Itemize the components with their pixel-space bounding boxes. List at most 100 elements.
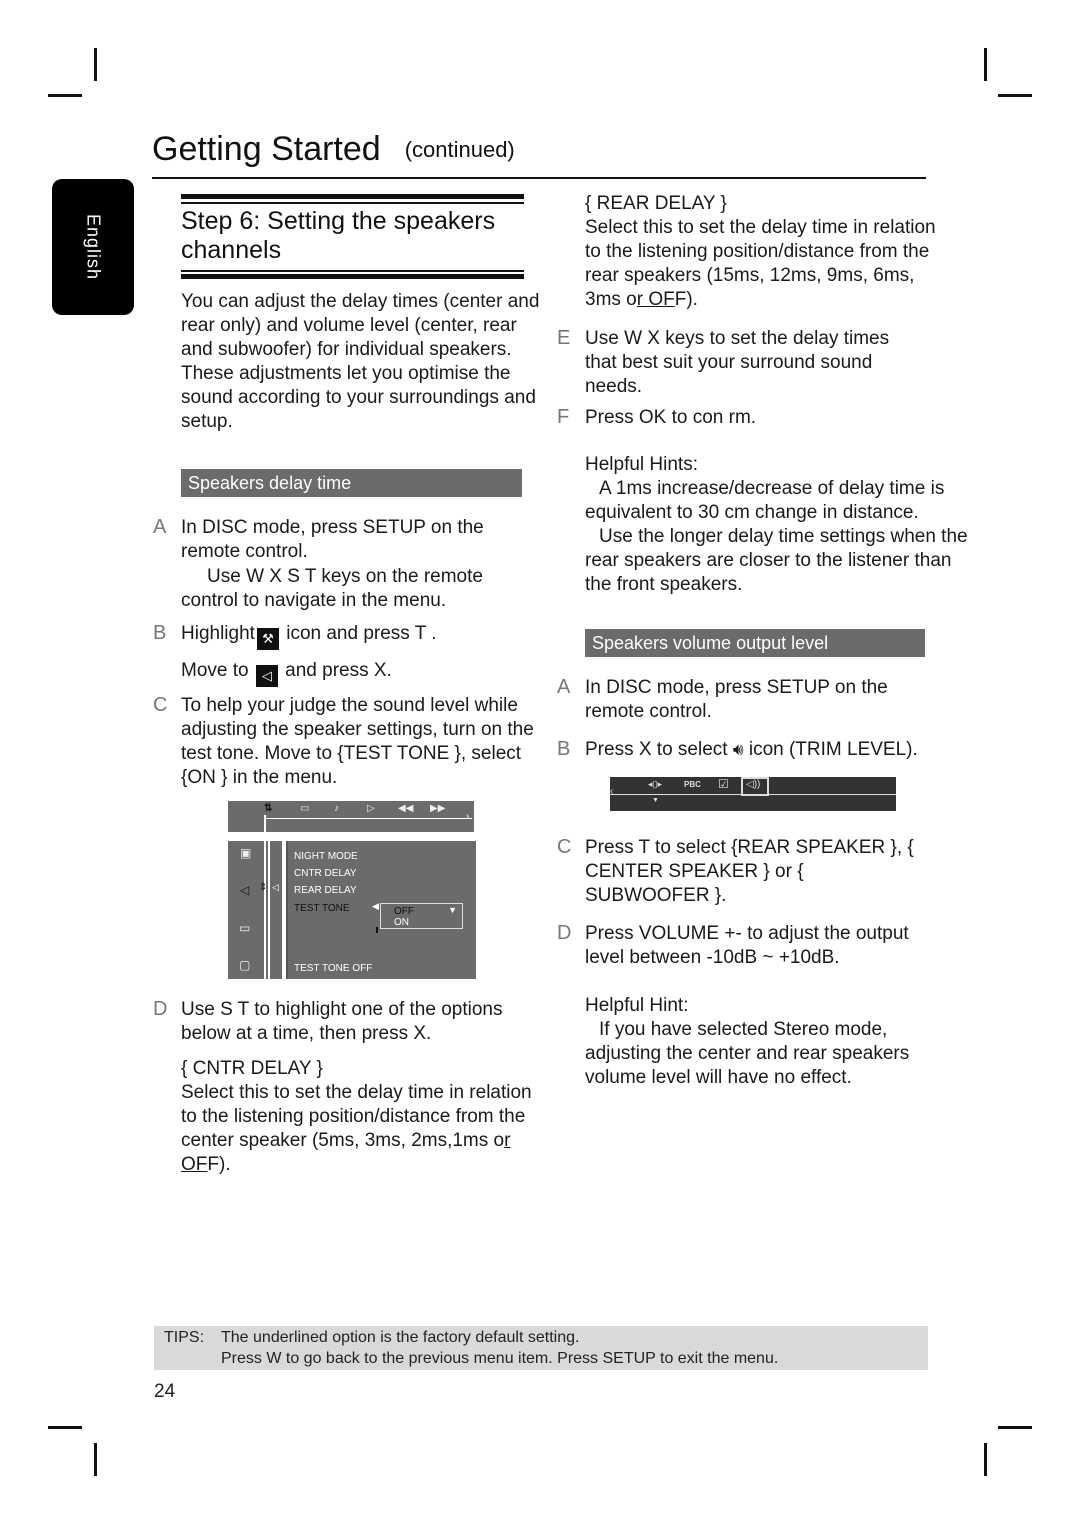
trim-level-icon: 🔊︎: [732, 740, 744, 759]
step-f-text: Press OK to con rm.: [585, 407, 757, 428]
step-marker: A: [153, 516, 167, 538]
page-number: 24: [154, 1381, 176, 1402]
picture-icon: ▣: [240, 846, 252, 860]
step-marker: B: [557, 738, 571, 760]
step-marker: D: [557, 922, 572, 944]
step-b-move-before: Move to: [181, 660, 254, 681]
step-d-text: Use S T to highlight one of the options …: [181, 999, 503, 1044]
vol-step-b-text: Press X to select 🔊︎ icon (TRIM LEVEL).: [585, 738, 965, 762]
play-icon: ▷: [367, 803, 375, 814]
cntr-delay-desc: Select this to set the delay time in rel…: [181, 1082, 532, 1151]
option-off[interactable]: OFF: [394, 906, 414, 917]
pointer-icon: ◁: [272, 882, 279, 892]
title-rule: [181, 194, 524, 199]
language-tab: English: [52, 179, 134, 315]
menu-connector: [264, 815, 266, 979]
intro-paragraph: You can adjust the delay times (center a…: [181, 291, 540, 432]
hint-title: Helpful Hint:: [585, 995, 689, 1016]
speaker-icon: ◁: [255, 665, 278, 687]
rewind-icon: ◀◀: [398, 803, 414, 814]
menu-item-test-tone[interactable]: TEST TONE: [294, 903, 350, 914]
menu-mid-panel: [270, 841, 282, 979]
rear-delay-tail: F).: [674, 289, 698, 310]
trim-level-menu-bar: ‹ ◂▯▸ ▼ PBC ☑ ◁)): [610, 777, 896, 811]
header-continued: (continued): [404, 137, 515, 162]
zoom-icon: ◂▯▸: [648, 779, 662, 789]
header-title: Getting Started: [152, 130, 381, 168]
arrow-left-icon: ‹: [610, 786, 614, 797]
vol-step-d-text: Press VOLUME +- to adjust the output lev…: [585, 923, 909, 968]
crop-mark: [998, 94, 1032, 97]
menu-left-panel: ▣ ◁ ▭ ▢: [228, 841, 268, 979]
crop-mark: [984, 48, 987, 81]
rear-delay-default: r OF: [636, 289, 675, 310]
audio-icon: ♪: [334, 803, 339, 814]
crop-mark: [48, 1426, 82, 1429]
page-header: Getting Started (continued): [152, 130, 515, 169]
step-marker: C: [153, 694, 168, 716]
step-e-text: Use W X keys to set the delay times that…: [585, 328, 890, 397]
step-marker: D: [153, 998, 168, 1020]
menu-item-night-mode[interactable]: NIGHT MODE: [294, 851, 358, 862]
title-rule: [181, 270, 524, 272]
step-marker: E: [557, 327, 571, 349]
vol-step-b-after: icon (TRIM LEVEL).: [743, 739, 918, 760]
option-on[interactable]: ON: [394, 917, 409, 928]
hint-text: If you have selected Stereo mode, adjust…: [585, 1019, 910, 1088]
setup-icon: ⚒: [256, 628, 279, 650]
title-rule: [181, 274, 524, 279]
step-b-move: Move to ◁ and press X.: [181, 659, 521, 687]
tips-box: TIPS: The underlined option is the facto…: [154, 1326, 928, 1370]
cursor-mark: [376, 927, 378, 933]
language-icon: ▭: [239, 921, 251, 935]
arrow-right-icon: ›: [466, 811, 470, 822]
trim-level-icon: ◁)): [746, 779, 761, 790]
subtitle-icon: ▭: [300, 803, 310, 814]
crop-mark: [94, 1443, 97, 1476]
language-label: English: [83, 213, 104, 281]
step-c-text: To help your judge the sound level while…: [181, 695, 534, 788]
fast-forward-icon: ▶▶: [430, 803, 446, 814]
menu-item-rear-delay[interactable]: REAR DELAY: [294, 885, 357, 896]
hint-2: Use the longer delay time settings when …: [585, 526, 968, 595]
header-divider: [152, 177, 926, 179]
tips-label: TIPS:: [164, 1329, 205, 1346]
tips-line-1: The underlined option is the factory def…: [221, 1329, 580, 1346]
section-heading-volume: Speakers volume output level: [585, 629, 925, 657]
rear-delay-label: { REAR DELAY }: [585, 193, 727, 214]
crop-mark: [998, 1426, 1032, 1429]
step-marker: B: [153, 622, 167, 644]
setup-icon: ⇅: [264, 803, 273, 814]
crop-mark: [984, 1443, 987, 1476]
speaker-icon: ◁: [240, 883, 250, 897]
rear-delay-text: Select this to set the delay time in rel…: [585, 216, 955, 312]
step-title: Step 6: Setting the speakers channels: [181, 207, 496, 264]
step-a-note: Use W X S T keys on the remote control t…: [181, 566, 483, 611]
trim-level-selected[interactable]: ◁)): [741, 777, 769, 796]
cntr-delay-tail: F).: [207, 1154, 231, 1175]
step-b-text: Highlight ⚒ icon and press T .: [181, 622, 521, 650]
vol-step-b-before: Press X to select: [585, 739, 733, 760]
vol-step-c-text: Press T to select {REAR SPEAKER }, { CEN…: [585, 837, 914, 906]
crop-mark: [94, 48, 97, 81]
test-tone-dropdown[interactable]: OFF ON ▼: [380, 903, 463, 929]
title-rule: [181, 202, 524, 204]
left-arrow-icon: ◀: [372, 901, 379, 911]
menu-item-cntr-delay[interactable]: CNTR DELAY: [294, 868, 357, 879]
step-b-text-before: Highlight: [181, 623, 255, 644]
step-b-move-after: and press X.: [279, 660, 392, 681]
up-down-icon: ⇕: [259, 882, 268, 893]
crop-mark: [48, 94, 82, 97]
cntr-delay-label: { CNTR DELAY }: [181, 1058, 323, 1079]
vol-step-a-text: In DISC mode, press SETUP on the remote …: [585, 677, 888, 722]
section-heading-delay: Speakers delay time: [181, 469, 522, 497]
down-arrow-icon: ▼: [652, 797, 659, 804]
step-a-text: In DISC mode, press SETUP on the remote …: [181, 517, 484, 562]
menu-status: TEST TONE OFF: [294, 963, 373, 974]
step-marker: A: [557, 676, 571, 698]
step-marker: F: [557, 406, 570, 428]
step-b-text-after: icon and press T .: [280, 623, 437, 644]
cntr-delay-text: Select this to set the delay time in rel…: [181, 1081, 546, 1177]
hint-1: A 1ms increase/decrease of delay time is…: [585, 478, 945, 523]
step-marker: C: [557, 836, 572, 858]
